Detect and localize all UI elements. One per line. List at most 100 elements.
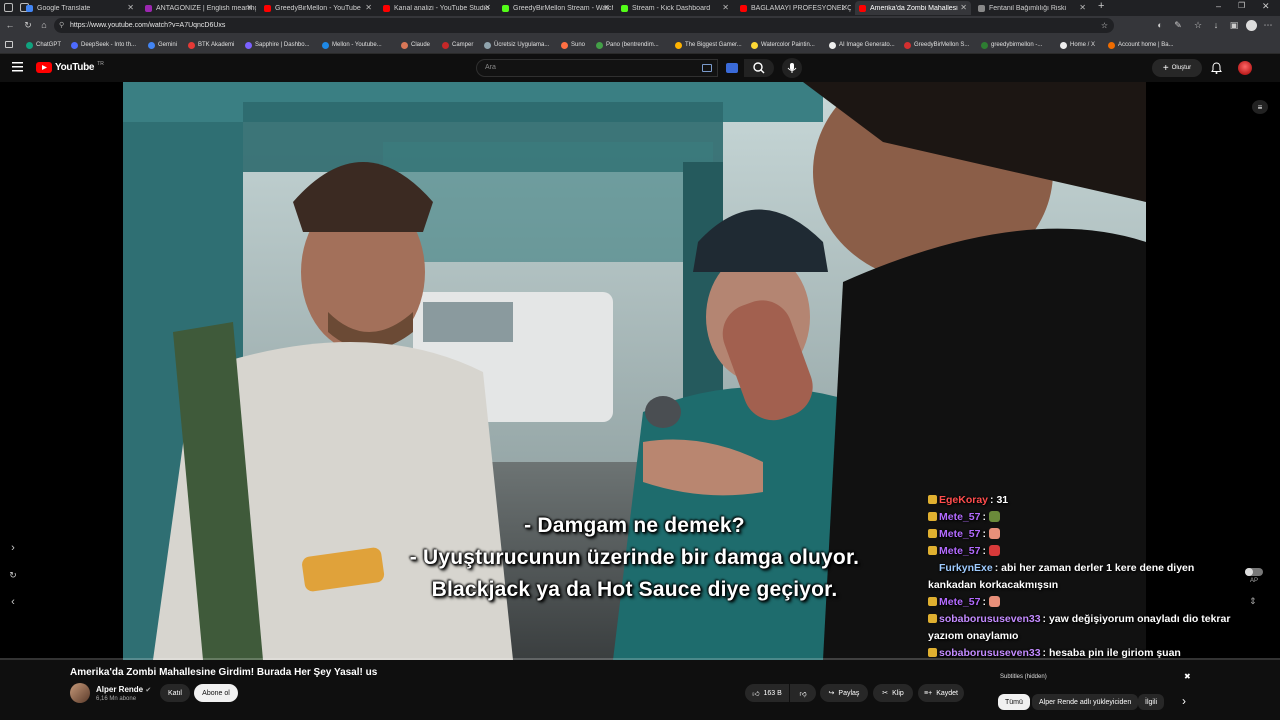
chat-badge-icon	[928, 614, 937, 623]
browser-tab[interactable]: GreedyBirMellon Stream - Watch ✕	[498, 1, 614, 15]
hamburger-menu-icon[interactable]	[12, 62, 23, 72]
channel-avatar[interactable]	[70, 683, 90, 703]
tab-close-icon[interactable]: ✕	[960, 1, 967, 15]
bookmark-item[interactable]: Claude	[401, 39, 430, 51]
refresh-icon[interactable]: ↻	[22, 19, 34, 31]
back-icon[interactable]: ←	[4, 19, 16, 31]
autoplay-toggle[interactable]	[1245, 568, 1263, 576]
collections-icon[interactable]: ▣	[1228, 19, 1240, 31]
bookmark-item[interactable]: Ücretsiz Uygulama...	[484, 39, 549, 51]
browser-tab[interactable]: GreedyBirMellon - YouTube ✕	[260, 1, 376, 15]
more-menu-icon[interactable]: ⋯	[1262, 19, 1274, 31]
download-icon[interactable]: ↓	[1210, 19, 1222, 31]
tab-close-icon[interactable]: ✕	[841, 1, 848, 15]
bookmark-item[interactable]: Home / X	[1060, 39, 1095, 51]
bookmark-item[interactable]: Account home | Ba...	[1108, 39, 1174, 51]
browser-tab[interactable]: Stream - Kick Dashboard ✕	[617, 1, 733, 15]
bookmark-star-icon[interactable]: ☆	[1101, 18, 1108, 33]
notifications-bell-icon[interactable]	[1211, 62, 1222, 74]
bookmark-item[interactable]: Camper	[442, 39, 473, 51]
browser-tab[interactable]: Fentanil Bağımlılığı Riski ✕	[974, 1, 1090, 15]
bookmark-item[interactable]: Pano (bentrendim...	[596, 39, 659, 51]
profile-avatar[interactable]	[1246, 20, 1257, 31]
tab-close-icon[interactable]: ✕	[365, 1, 372, 15]
youtube-play-icon	[36, 62, 52, 73]
favorites-icon[interactable]: ☆	[1192, 19, 1204, 31]
save-button[interactable]: ≡+ Kaydet	[918, 684, 964, 702]
chat-username[interactable]: Mete_57	[939, 511, 980, 523]
new-tab-button[interactable]: +	[1098, 0, 1104, 12]
bookmark-item[interactable]: ChatGPT	[26, 39, 61, 51]
maximize-button[interactable]: ❐	[1238, 1, 1245, 10]
tab-close-icon[interactable]: ✕	[1079, 1, 1086, 15]
browser-tab[interactable]: ANTAGONIZE | English meaning - ✕	[141, 1, 257, 15]
refresh-icon[interactable]: ↻	[6, 570, 20, 581]
region-code: TR	[97, 60, 104, 67]
browser-menu-icon[interactable]	[4, 3, 13, 12]
account-avatar[interactable]	[1238, 61, 1252, 75]
chip-from-uploader[interactable]: Alper Rende adlı yükleyiciden	[1032, 694, 1139, 710]
chat-username[interactable]: FurkynExe	[939, 562, 993, 574]
expand-icon[interactable]: ⇕	[1249, 596, 1257, 607]
url-input[interactable]: ⚲ https://www.youtube.com/watch?v=A7Uqnc…	[54, 18, 1114, 33]
bookmark-item[interactable]: Sapphire | Dashbo...	[245, 39, 310, 51]
site-info-icon[interactable]: ⚲	[59, 18, 64, 33]
chat-badge-icon	[928, 512, 937, 521]
chat-username[interactable]: EgeKoray	[939, 494, 988, 506]
bookmark-item[interactable]: BTK Akademi	[188, 39, 234, 51]
search-icon	[753, 62, 765, 74]
tab-close-icon[interactable]: ✕	[127, 1, 134, 15]
search-input[interactable]: Ara	[476, 59, 718, 77]
share-button[interactable]: ↪ Paylaş	[820, 684, 868, 702]
chips-next-icon[interactable]: ›	[1182, 694, 1186, 708]
browser-tab[interactable]: Google Translate ✕	[22, 1, 138, 15]
join-button[interactable]: Katıl	[160, 684, 190, 702]
bookmark-item[interactable]: Mellon - Youtube...	[322, 39, 382, 51]
clip-button[interactable]: ✂ Klip	[873, 684, 913, 702]
chat-username[interactable]: Mete_57	[939, 596, 980, 608]
extension-icon[interactable]: ◐	[1154, 19, 1166, 31]
chat-username[interactable]: Mete_57	[939, 545, 980, 557]
save-playlist-icon: ≡+	[924, 689, 933, 697]
bookmarks-folder-icon[interactable]	[5, 41, 13, 48]
create-button[interactable]: + Oluştur	[1152, 59, 1202, 77]
bookmark-item[interactable]: greedybirmellon -...	[981, 39, 1042, 51]
extension-icon[interactable]: ✎	[1172, 19, 1184, 31]
tab-favicon-icon	[145, 4, 152, 12]
bookmark-item[interactable]: DeepSeek - Into th...	[71, 39, 136, 51]
bookmark-item[interactable]: Watercolor Paintin...	[751, 39, 815, 51]
bookmark-item[interactable]: GreedyBirMellon S...	[904, 39, 969, 51]
search-button[interactable]	[744, 59, 774, 77]
tab-close-icon[interactable]: ✕	[603, 1, 610, 15]
dislike-button[interactable]: 👎︎	[790, 684, 816, 702]
bookmark-item[interactable]: Suno	[561, 39, 585, 51]
chip-all[interactable]: Tümü	[998, 694, 1030, 710]
menu-lines-icon[interactable]: ≡	[1252, 100, 1268, 114]
minimize-button[interactable]: –	[1216, 1, 1221, 11]
keyboard-icon[interactable]	[702, 64, 712, 72]
close-icon[interactable]: ✖	[1184, 672, 1191, 681]
bookmark-item[interactable]: The Biggest Gamer...	[675, 39, 742, 51]
browser-tab[interactable]: Kanal analizi - YouTube Studio ✕	[379, 1, 495, 15]
chat-username[interactable]: sobaborususeven33	[939, 613, 1041, 625]
chat-username[interactable]: Mete_57	[939, 528, 980, 540]
chat-separator: :	[982, 545, 989, 557]
bookmark-item[interactable]: Gemini	[148, 39, 177, 51]
chip-related[interactable]: İlgili	[1138, 694, 1165, 710]
translate-icon[interactable]	[726, 63, 738, 73]
back-chevron-icon[interactable]: ‹	[6, 596, 20, 608]
like-button[interactable]: 👍︎ 163 B	[745, 684, 789, 702]
tab-close-icon[interactable]: ✕	[246, 1, 253, 15]
bookmark-item[interactable]: AI Image Generato...	[829, 39, 895, 51]
youtube-logo[interactable]: YouTube TR	[36, 60, 104, 73]
tab-close-icon[interactable]: ✕	[484, 1, 491, 15]
home-icon[interactable]: ⌂	[38, 19, 50, 31]
subscribe-button[interactable]: Abone ol	[194, 684, 238, 702]
next-chevron-icon[interactable]: ›	[6, 542, 20, 554]
browser-tab[interactable]: Amerika'da Zombi Mahallesi ✕	[855, 1, 971, 15]
browser-tab[interactable]: BAĞLAMAYI PROFESYONEL ÇALM✕	[736, 1, 852, 15]
close-window-button[interactable]: ✕	[1262, 1, 1270, 12]
channel-name[interactable]: Alper Rende ✔	[96, 685, 151, 694]
voice-search-button[interactable]	[782, 58, 802, 78]
tab-close-icon[interactable]: ✕	[722, 1, 729, 15]
